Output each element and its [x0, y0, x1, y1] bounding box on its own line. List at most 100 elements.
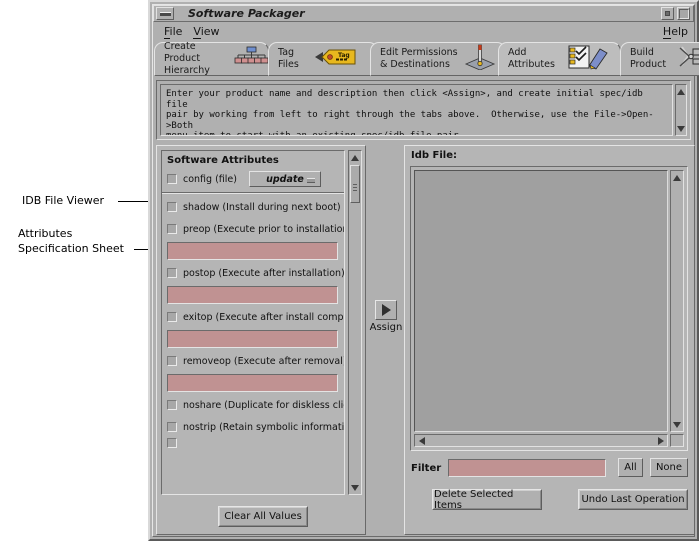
- checkbox-nostrip[interactable]: [167, 422, 177, 432]
- instructions-panel: Enter your product name and description …: [156, 80, 691, 140]
- attributes-specification-sheet: Software Attributes config (file) update…: [156, 145, 366, 535]
- filter-label: Filter: [411, 462, 442, 474]
- tab-tag-files[interactable]: Tag Files Tag: [268, 42, 378, 76]
- assign-control: Assign: [369, 300, 403, 333]
- all-button[interactable]: All: [618, 458, 643, 477]
- label-noshare: noshare (Duplicate for diskless clients): [183, 399, 344, 411]
- label-removeop: removeop (Execute after removal): [183, 355, 345, 367]
- scroll-down-arrow[interactable]: [349, 481, 361, 494]
- svg-text:Tag: Tag: [338, 52, 350, 59]
- label-nostrip: nostrip (Retain symbolic information): [183, 421, 345, 433]
- checkbox-postop[interactable]: [167, 268, 177, 278]
- menu-view[interactable]: View: [193, 25, 220, 39]
- tab-label: Edit Permissions & Destinations: [380, 47, 458, 70]
- filter-row: Filter: [411, 459, 607, 477]
- none-button[interactable]: None: [650, 458, 688, 477]
- scroll-up-arrow[interactable]: [349, 151, 361, 164]
- input-removeop[interactable]: [167, 374, 338, 392]
- attribute-row-preop[interactable]: preop (Execute prior to installation): [162, 218, 344, 240]
- checkbox-removeop[interactable]: [167, 356, 177, 366]
- attribute-row-partial[interactable]: [162, 438, 344, 448]
- delete-selected-items-button[interactable]: Delete Selected Items: [432, 488, 542, 511]
- idb-file-title: Idb File:: [411, 150, 457, 161]
- menu-file[interactable]: File: [164, 25, 182, 39]
- label-exitop: exitop (Execute after install completed): [183, 311, 345, 323]
- input-preop[interactable]: [167, 242, 338, 260]
- input-postop[interactable]: [167, 286, 338, 304]
- scroll-left-arrow[interactable]: [415, 435, 428, 446]
- annotation-attributes-line2-text: Specification Sheet: [18, 242, 124, 255]
- attributes-list-scrollbar[interactable]: [348, 150, 362, 495]
- idb-file-canvas[interactable]: [414, 170, 668, 432]
- update-option-label: update: [266, 173, 304, 185]
- software-attributes-title: Software Attributes: [167, 155, 279, 166]
- tab-label: Build Product: [630, 47, 667, 70]
- option-menu-indicator: [306, 178, 315, 183]
- scroll-up-arrow[interactable]: [671, 171, 683, 184]
- scroll-down-arrow[interactable]: [676, 122, 686, 135]
- tab-edit-permissions-destinations[interactable]: Edit Permissions & Destinations: [370, 42, 506, 76]
- idb-file-viewer: Idb File: Filter All None Delete Selecte…: [404, 145, 695, 535]
- attribute-row-nostrip[interactable]: nostrip (Retain symbolic information): [162, 416, 344, 438]
- tab-build-product[interactable]: Build Product: [620, 42, 699, 76]
- filter-input[interactable]: [448, 459, 607, 477]
- undo-last-operation-label: Undo Last Operation: [581, 494, 685, 505]
- undo-last-operation-button[interactable]: Undo Last Operation: [578, 489, 688, 510]
- delete-selected-items-label-wrap: Delete Selected Items: [433, 488, 541, 511]
- checkbox-partial[interactable]: [167, 438, 177, 448]
- idb-vertical-scrollbar[interactable]: [670, 170, 684, 432]
- clear-all-values-label-wrap: Clear All Values: [219, 507, 307, 526]
- scroll-up-arrow[interactable]: [676, 85, 686, 98]
- all-button-label: All: [624, 462, 637, 473]
- build-icon: [678, 45, 699, 73]
- label-config: config (file): [183, 173, 237, 185]
- tab-label: Create Product Hierarchy: [164, 41, 210, 76]
- attributes-icon: [568, 44, 608, 74]
- permissions-icon: [464, 44, 496, 74]
- play-arrow-icon: [381, 304, 391, 316]
- list-divider: [162, 192, 344, 194]
- tab-strip: Create Product Hierarchy Tag Files Tag E…: [154, 41, 699, 78]
- window-title: Software Packager: [188, 7, 305, 20]
- instructions-scrollbar[interactable]: [675, 84, 687, 136]
- checkbox-preop[interactable]: [167, 224, 177, 234]
- assign-button[interactable]: [375, 300, 397, 320]
- hierarchy-icon: [234, 46, 269, 72]
- scroll-thumb[interactable]: [350, 165, 360, 203]
- maximize-button[interactable]: [677, 7, 690, 20]
- none-button-label: None: [655, 462, 683, 473]
- attribute-row-config[interactable]: config (file) update: [162, 168, 344, 190]
- tab-add-attributes[interactable]: Add Attributes: [498, 42, 621, 76]
- idb-file-list-frame: [410, 166, 688, 451]
- attribute-row-shadow[interactable]: shadow (Install during next boot): [162, 196, 344, 218]
- menu-help[interactable]: Help: [662, 25, 688, 39]
- input-exitop[interactable]: [167, 330, 338, 348]
- application-window: Software Packager File View Help Create …: [148, 0, 699, 541]
- delete-selected-items-label: Delete Selected Items: [434, 488, 514, 511]
- undo-last-operation-label-wrap: Undo Last Operation: [579, 490, 687, 509]
- idb-horizontal-scrollbar[interactable]: [414, 434, 668, 447]
- checkbox-config[interactable]: [167, 174, 177, 184]
- minimize-button[interactable]: [661, 7, 674, 20]
- clear-all-values-button[interactable]: Clear All Values: [218, 506, 308, 527]
- attribute-row-exitop[interactable]: exitop (Execute after install completed): [162, 306, 344, 328]
- title-bar: Software Packager: [153, 5, 694, 22]
- scroll-down-arrow[interactable]: [671, 418, 683, 431]
- tab-label: Add Attributes: [508, 47, 555, 70]
- checkbox-shadow[interactable]: [167, 202, 177, 212]
- tab-label: Tag Files: [278, 47, 299, 70]
- tag-icon: Tag: [313, 46, 357, 72]
- update-option-button[interactable]: update: [248, 171, 321, 187]
- assign-label: Assign: [369, 322, 403, 333]
- checkbox-exitop[interactable]: [167, 312, 177, 322]
- clear-all-values-label: Clear All Values: [224, 511, 302, 522]
- tab-create-product-hierarchy[interactable]: Create Product Hierarchy: [154, 41, 269, 76]
- attribute-row-postop[interactable]: postop (Execute after installation): [162, 262, 344, 284]
- attribute-row-noshare[interactable]: noshare (Duplicate for diskless clients): [162, 394, 344, 416]
- window-menu-button[interactable]: [156, 7, 174, 20]
- attribute-row-removeop[interactable]: removeop (Execute after removal): [162, 350, 344, 372]
- checkbox-noshare[interactable]: [167, 400, 177, 410]
- scroll-right-arrow[interactable]: [654, 435, 667, 446]
- label-postop: postop (Execute after installation): [183, 267, 345, 279]
- annotation-attributes-line1-text: Attributes: [18, 227, 73, 240]
